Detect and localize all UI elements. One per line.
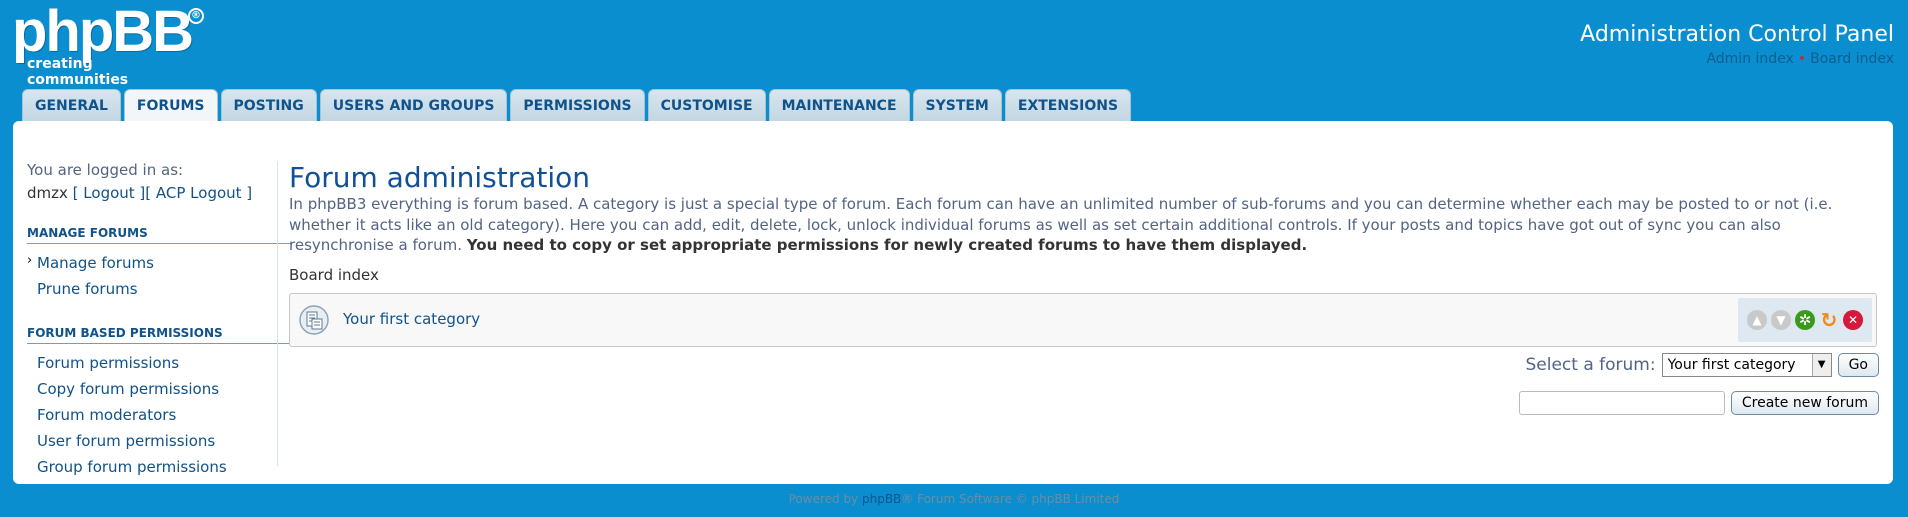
- main-content: Forum administration In phpBB3 everythin…: [289, 161, 1879, 415]
- go-button[interactable]: Go: [1837, 353, 1879, 377]
- content-title: Forum administration: [289, 161, 591, 194]
- footer: Powered by phpBB® Forum Software © phpBB…: [0, 492, 1908, 506]
- tab-bar: GENERAL FORUMS POSTING USERS AND GROUPS …: [22, 89, 1132, 122]
- move-down-icon[interactable]: ▼: [1771, 310, 1791, 330]
- sidebar-item-forum-permissions[interactable]: Forum permissions: [27, 350, 291, 376]
- menu-heading-manage-forums: MANAGE FORUMS: [27, 226, 291, 244]
- tab-maintenance[interactable]: MAINTENANCE: [768, 89, 910, 121]
- delete-icon[interactable]: ✕: [1843, 310, 1863, 330]
- forum-select-value: Your first category: [1667, 357, 1796, 373]
- create-forum-row: Create new forum: [1518, 391, 1879, 415]
- sidebar-item-prune-forums[interactable]: Prune forums: [27, 276, 291, 302]
- tab-extensions[interactable]: EXTENSIONS: [1004, 89, 1132, 121]
- category-folder-icon: [298, 304, 330, 336]
- move-up-icon[interactable]: ▲: [1747, 310, 1767, 330]
- footer-suffix: ® Forum Software © phpBB Limited: [901, 492, 1120, 506]
- main-panel: You are logged in as: dmzx [ Logout ][ A…: [13, 121, 1893, 484]
- description-bold: You need to copy or set appropriate perm…: [466, 236, 1308, 254]
- page-title: Administration Control Panel: [1580, 22, 1894, 47]
- chevron-down-icon: ▼: [1811, 354, 1831, 376]
- footer-prefix: Powered by: [788, 492, 862, 506]
- sidebar-item-manage-forums[interactable]: › Manage forums: [27, 250, 291, 276]
- tab-customise[interactable]: CUSTOMISE: [647, 89, 766, 121]
- create-new-forum-button[interactable]: Create new forum: [1730, 391, 1879, 415]
- sidebar-divider: [277, 161, 278, 466]
- new-forum-name-input[interactable]: [1518, 391, 1725, 415]
- tab-users-and-groups[interactable]: USERS AND GROUPS: [319, 89, 508, 121]
- top-links: Admin index • Board index: [1706, 51, 1894, 67]
- logo-tagline: creating communities: [27, 56, 129, 88]
- select-forum-row: Select a forum: Your first category ▼ Go: [1525, 353, 1879, 377]
- acp-logout-link[interactable]: [ ACP Logout ]: [145, 184, 252, 202]
- category-name-link[interactable]: Your first category: [343, 310, 480, 328]
- sidebar-item-copy-forum-permissions[interactable]: Copy forum permissions: [27, 376, 291, 402]
- tab-system[interactable]: SYSTEM: [912, 89, 1002, 121]
- sidebar: You are logged in as: dmzx [ Logout ][ A…: [27, 161, 291, 480]
- admin-index-link[interactable]: Admin index: [1706, 51, 1793, 67]
- breadcrumb: Board index: [289, 265, 379, 284]
- content-description: In phpBB3 everything is forum based. A c…: [289, 194, 1879, 256]
- footer-phpbb-link[interactable]: phpBB: [862, 492, 901, 506]
- forum-select[interactable]: Your first category ▼: [1661, 353, 1832, 377]
- resync-icon[interactable]: ↻: [1819, 308, 1839, 332]
- phpbb-logo[interactable]: phpBB ® creating communities: [12, 0, 207, 88]
- menu-spacer: [27, 302, 291, 318]
- tab-permissions[interactable]: PERMISSIONS: [510, 89, 645, 121]
- tab-forums[interactable]: FORUMS: [123, 89, 218, 122]
- link-separator: •: [1797, 51, 1807, 67]
- active-arrow-icon: ›: [27, 253, 33, 268]
- tab-general[interactable]: GENERAL: [22, 89, 121, 121]
- menu-heading-forum-permissions: FORUM BASED PERMISSIONS: [27, 326, 291, 344]
- sidebar-item-label: Manage forums: [37, 254, 154, 272]
- sidebar-item-user-forum-permissions[interactable]: User forum permissions: [27, 428, 291, 454]
- forum-actions: ▲ ▼ ✲ ↻ ✕: [1738, 298, 1872, 342]
- edit-gear-icon[interactable]: ✲: [1795, 310, 1815, 330]
- select-forum-label: Select a forum:: [1525, 355, 1656, 375]
- sidebar-item-group-forum-permissions[interactable]: Group forum permissions: [27, 454, 291, 480]
- logged-in-label: You are logged in as:: [27, 161, 184, 179]
- registered-mark: ®: [188, 8, 204, 24]
- login-line: dmzx [ Logout ][ ACP Logout ]: [27, 184, 291, 202]
- tab-posting[interactable]: POSTING: [220, 89, 317, 121]
- sidebar-item-forum-moderators[interactable]: Forum moderators: [27, 402, 291, 428]
- forum-row: Your first category ▲ ▼ ✲ ↻ ✕: [289, 293, 1877, 347]
- username: dmzx: [27, 184, 68, 202]
- logout-link[interactable]: [ Logout ]: [73, 184, 146, 202]
- board-index-link[interactable]: Board index: [1810, 51, 1894, 67]
